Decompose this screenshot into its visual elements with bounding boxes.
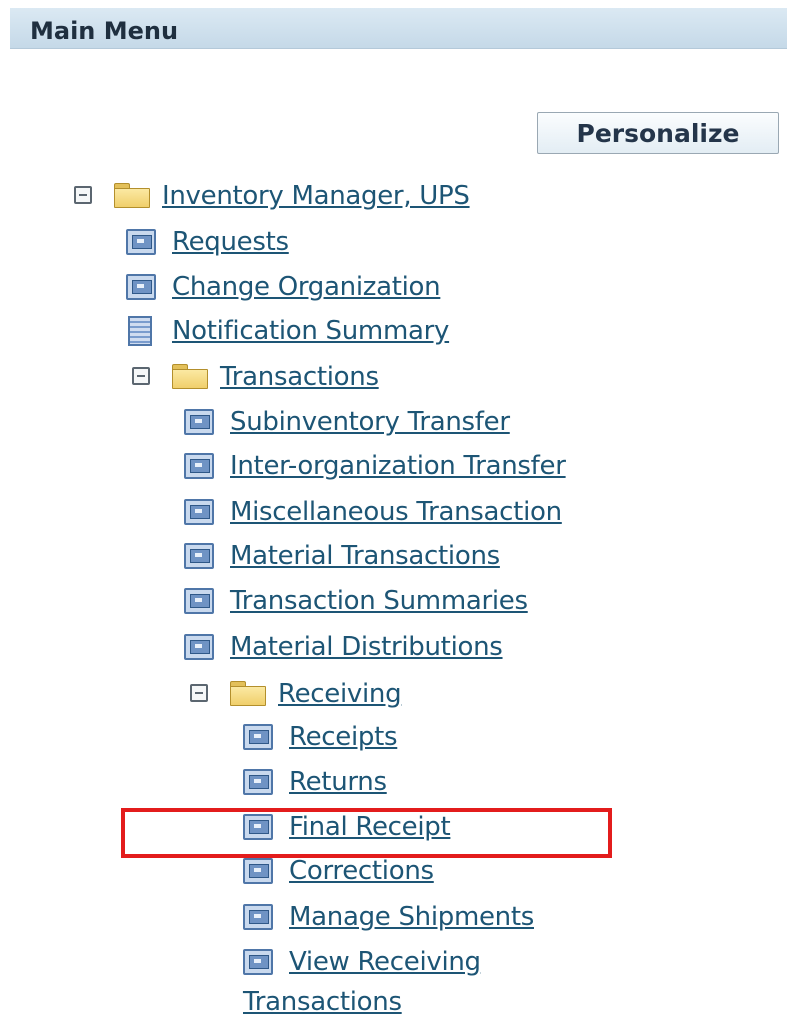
function-icon bbox=[243, 769, 273, 795]
link-receipts[interactable]: Receipts bbox=[289, 722, 398, 752]
link-view-receiving-line2[interactable]: Transactions bbox=[243, 987, 402, 1017]
function-icon bbox=[243, 904, 273, 930]
function-icon bbox=[126, 229, 156, 255]
collapse-icon[interactable] bbox=[190, 684, 208, 702]
link-receiving[interactable]: Receiving bbox=[278, 679, 402, 709]
function-icon bbox=[184, 409, 214, 435]
link-inventory-manager[interactable]: Inventory Manager, UPS bbox=[162, 181, 470, 211]
folder-icon bbox=[172, 364, 208, 389]
link-miscellaneous-transaction[interactable]: Miscellaneous Transaction bbox=[230, 497, 562, 527]
link-returns[interactable]: Returns bbox=[289, 767, 387, 797]
document-list-icon bbox=[128, 316, 152, 346]
folder-icon bbox=[230, 681, 266, 706]
link-inter-organization-transfer[interactable]: Inter-organization Transfer bbox=[230, 451, 566, 481]
main-menu-header: Main Menu bbox=[10, 8, 787, 49]
function-icon bbox=[126, 274, 156, 300]
link-notification-summary[interactable]: Notification Summary bbox=[172, 316, 449, 346]
highlight-box-final-receipt bbox=[121, 808, 612, 858]
link-view-receiving-line1[interactable]: View Receiving bbox=[289, 947, 481, 977]
personalize-button[interactable]: Personalize bbox=[537, 112, 779, 154]
link-manage-shipments[interactable]: Manage Shipments bbox=[289, 902, 534, 932]
function-icon bbox=[184, 543, 214, 569]
collapse-icon[interactable] bbox=[132, 367, 150, 385]
link-corrections[interactable]: Corrections bbox=[289, 856, 434, 886]
link-transaction-summaries[interactable]: Transaction Summaries bbox=[230, 586, 528, 616]
link-transactions[interactable]: Transactions bbox=[220, 362, 379, 392]
main-menu-title: Main Menu bbox=[30, 17, 179, 45]
function-icon bbox=[184, 634, 214, 660]
link-requests[interactable]: Requests bbox=[172, 227, 289, 257]
collapse-icon[interactable] bbox=[74, 186, 92, 204]
function-icon bbox=[243, 858, 273, 884]
function-icon bbox=[184, 499, 214, 525]
folder-icon bbox=[114, 183, 150, 208]
link-change-organization[interactable]: Change Organization bbox=[172, 272, 441, 302]
link-material-distributions[interactable]: Material Distributions bbox=[230, 632, 503, 662]
function-icon bbox=[184, 453, 214, 479]
function-icon bbox=[243, 949, 273, 975]
link-material-transactions[interactable]: Material Transactions bbox=[230, 541, 500, 571]
link-subinventory-transfer[interactable]: Subinventory Transfer bbox=[230, 407, 510, 437]
function-icon bbox=[184, 588, 214, 614]
function-icon bbox=[243, 724, 273, 750]
